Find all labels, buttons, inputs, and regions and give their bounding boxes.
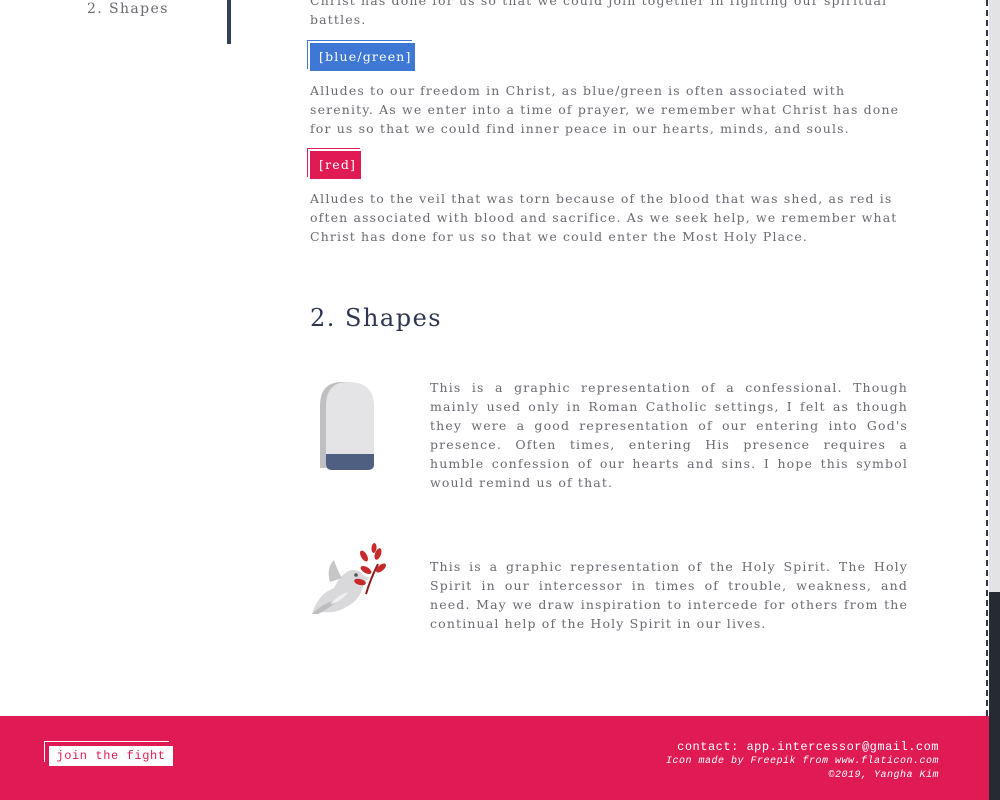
dove-description: This is a graphic representation of the …: [430, 559, 908, 631]
shapes-heading: 2. Shapes: [310, 304, 443, 332]
confessional-icon: [320, 382, 374, 470]
contact-email[interactable]: contact: app.intercessor@gmail.com: [677, 740, 939, 754]
colors-intro-line-2: battles.: [310, 12, 367, 27]
join-the-fight-button[interactable]: join the fight: [49, 746, 173, 766]
red-description: Alludes to the veil that was torn becaus…: [310, 191, 898, 244]
icon-credit[interactable]: Icon made by Freepik from www.flaticon.c…: [666, 756, 939, 767]
red-tag: [red]: [310, 151, 361, 179]
blue-green-tag: [blue/green]: [310, 43, 415, 71]
sidebar-active-indicator: [227, 0, 231, 44]
confessional-description: This is a graphic representation of a co…: [430, 380, 908, 490]
blue-green-description: Alludes to our freedom in Christ, as blu…: [310, 83, 900, 136]
copyright: ©2019, Yangha Kim: [828, 770, 939, 781]
sidebar-item-shapes[interactable]: 2. Shapes: [87, 1, 169, 17]
colors-intro-line-1: Christ has done for us so that we could …: [310, 0, 888, 8]
colors-intro-paragraph: Christ has done for us so that we could …: [310, 0, 910, 29]
scrollbar-thumb[interactable]: [989, 592, 1000, 800]
dove-icon: [312, 543, 386, 614]
page-edge-divider: [986, 0, 988, 716]
